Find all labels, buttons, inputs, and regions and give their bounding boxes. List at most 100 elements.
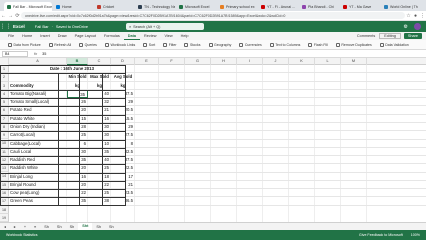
column-header-f[interactable]: F (159, 58, 185, 65)
max-sold-cell[interactable]: 10 (88, 140, 111, 148)
ribbon-button-refresh-all[interactable]: Refresh All (45, 40, 75, 50)
ribbon-button-stocks[interactable]: Stocks (180, 40, 204, 50)
row-header-13[interactable]: 13 (0, 164, 9, 173)
ribbon-button-queries[interactable]: Queries (75, 40, 101, 50)
avg-sold-cell[interactable]: 22.5 (111, 164, 135, 172)
row-header-5[interactable]: 5 (0, 98, 9, 107)
column-header-b[interactable]: B (67, 58, 88, 65)
header-unit[interactable]: kg (88, 82, 111, 90)
min-sold-cell[interactable]: 35 (67, 89, 88, 99)
column-header-j[interactable]: J (263, 58, 289, 65)
browser-tab[interactable]: TN - Technology Ne (135, 2, 175, 11)
row-header-17[interactable]: 17 (0, 197, 9, 206)
min-sold-cell[interactable]: 35 (67, 197, 88, 205)
row-header-18[interactable]: 18 (0, 205, 9, 214)
avg-sold-cell[interactable]: 29 (111, 98, 135, 106)
row-header-15[interactable]: 15 (0, 180, 9, 189)
min-sold-cell[interactable]: 26 (67, 98, 88, 106)
browser-tab[interactable]: World Online | Th (381, 2, 421, 11)
max-sold-cell[interactable]: 32 (88, 98, 111, 106)
row-header-12[interactable]: 12 (0, 155, 9, 165)
url-field[interactable]: onedrive.live.com/edit.aspx?cid=0c7c62f0… (21, 12, 405, 19)
max-sold-cell[interactable]: 40 (88, 90, 111, 98)
row-header-16[interactable]: 16 (0, 188, 9, 198)
ribbon-button-geography[interactable]: Geography (205, 40, 236, 50)
avg-sold-cell[interactable]: 37.5 (111, 90, 135, 98)
avg-sold-cell[interactable]: 29 (111, 123, 135, 131)
ribbon-button-currencies[interactable]: Currencies (235, 40, 265, 50)
avg-sold-cell[interactable]: 32.5 (111, 148, 135, 156)
min-sold-cell[interactable]: 25 (67, 131, 88, 139)
spreadsheet-grid[interactable]: ABCDEFGHIJKLM 1 2 3 4 5 6 7 8 9 10 11 12 13 14 15 16 17 1… (0, 58, 426, 222)
row-header-19[interactable]: 19 (0, 213, 9, 222)
min-sold-cell[interactable]: 15 (67, 115, 88, 123)
search-box[interactable]: ⌕ Search (Alt + Q) (125, 23, 204, 30)
browser-tab[interactable]: Pla Bhandi - Chi (299, 2, 339, 11)
avg-sold-cell[interactable]: 23.5 (111, 189, 135, 197)
row-header-8[interactable]: 8 (0, 122, 9, 132)
row-header-6[interactable]: 6 (0, 106, 9, 115)
avg-sold-cell[interactable]: 8 (111, 140, 135, 148)
min-sold-cell[interactable]: 20 (67, 181, 88, 189)
document-name[interactable]: Fall Bar (35, 24, 49, 29)
workbook-statistics[interactable]: Workbook Statistics (6, 233, 38, 237)
column-header-i[interactable]: I (237, 58, 263, 65)
browser-tab[interactable]: Home (53, 2, 93, 11)
share-button[interactable]: Share (403, 33, 422, 39)
max-sold-cell[interactable]: 30 (88, 131, 111, 139)
editing-dropdown[interactable]: Editing (379, 33, 401, 39)
ribbon-button-workbook-links[interactable]: Workbook Links (101, 40, 139, 50)
forward-icon[interactable]: → (7, 13, 14, 19)
saved-status[interactable]: Saved to OneDrive (56, 25, 88, 29)
row-header-4[interactable]: 4 (0, 89, 9, 99)
browser-tab[interactable]: Primary school ex (217, 2, 257, 11)
row-header-10[interactable]: 10 (0, 139, 9, 148)
zoom-level[interactable]: 100% (411, 233, 420, 237)
avg-sold-cell[interactable]: 37.5 (111, 156, 135, 164)
min-sold-cell[interactable]: 35 (67, 156, 88, 164)
row-header-3[interactable]: 3 (0, 81, 9, 90)
max-sold-cell[interactable]: 35 (88, 148, 111, 156)
column-header-l[interactable]: L (315, 58, 341, 65)
column-header-c[interactable]: C (88, 58, 111, 65)
max-sold-cell[interactable]: 16 (88, 115, 111, 123)
min-sold-cell[interactable]: 20 (67, 164, 88, 172)
browser-tab[interactable]: YT - Ma Gave (340, 2, 380, 11)
min-sold-cell[interactable]: 6 (67, 140, 88, 148)
formula-input[interactable]: 35 (42, 52, 46, 56)
avg-sold-cell[interactable]: 36.5 (111, 197, 135, 205)
max-sold-cell[interactable]: 21 (88, 106, 111, 114)
row-header-2[interactable]: 2 (0, 73, 9, 82)
browser-tab[interactable]: Fall Bar - Microsoft Excel Online (4, 2, 52, 11)
min-sold-cell[interactable]: 16 (67, 173, 88, 181)
max-sold-cell[interactable]: 25 (88, 189, 111, 197)
avg-sold-cell[interactable]: 15.5 (111, 115, 135, 123)
header-avg-sold[interactable]: Avg Sold (111, 73, 135, 81)
star-icon[interactable]: ☆ (405, 13, 412, 19)
menu-icon[interactable]: ⋮ (419, 13, 426, 19)
user-avatar[interactable] (414, 23, 421, 30)
header-unit[interactable]: kg (111, 82, 135, 90)
column-header-h[interactable]: H (211, 58, 237, 65)
min-sold-cell[interactable]: 30 (67, 148, 88, 156)
row-header-9[interactable]: 9 (0, 131, 9, 140)
app-launcher-icon[interactable]: ⋮⋮ (0, 21, 12, 32)
header-max-sold[interactable]: Max Sold (88, 73, 111, 81)
row-header-14[interactable]: 14 (0, 172, 9, 181)
column-header-e[interactable]: E (135, 58, 159, 65)
row-header-1[interactable]: 1 (0, 65, 9, 74)
max-sold-cell[interactable]: 30 (88, 123, 111, 131)
avg-sold-cell[interactable]: 21 (111, 181, 135, 189)
max-sold-cell[interactable]: 22 (88, 181, 111, 189)
max-sold-cell[interactable]: 18 (88, 173, 111, 181)
browser-tab[interactable]: YT - Fi - Arunai ... (258, 2, 298, 11)
row-header-11[interactable]: 11 (0, 147, 9, 156)
sheet-title-cell[interactable]: Date : 16th June 2013 (9, 65, 135, 73)
row-header-7[interactable]: 7 (0, 114, 9, 123)
max-sold-cell[interactable]: 40 (88, 156, 111, 164)
header-min-sold[interactable]: Min Sold (67, 73, 88, 81)
reload-icon[interactable]: ⟳ (14, 13, 21, 19)
min-sold-cell[interactable]: 20 (67, 106, 88, 114)
column-header-k[interactable]: K (289, 58, 315, 65)
ribbon-button-data-validation[interactable]: Data Validation (376, 40, 413, 50)
